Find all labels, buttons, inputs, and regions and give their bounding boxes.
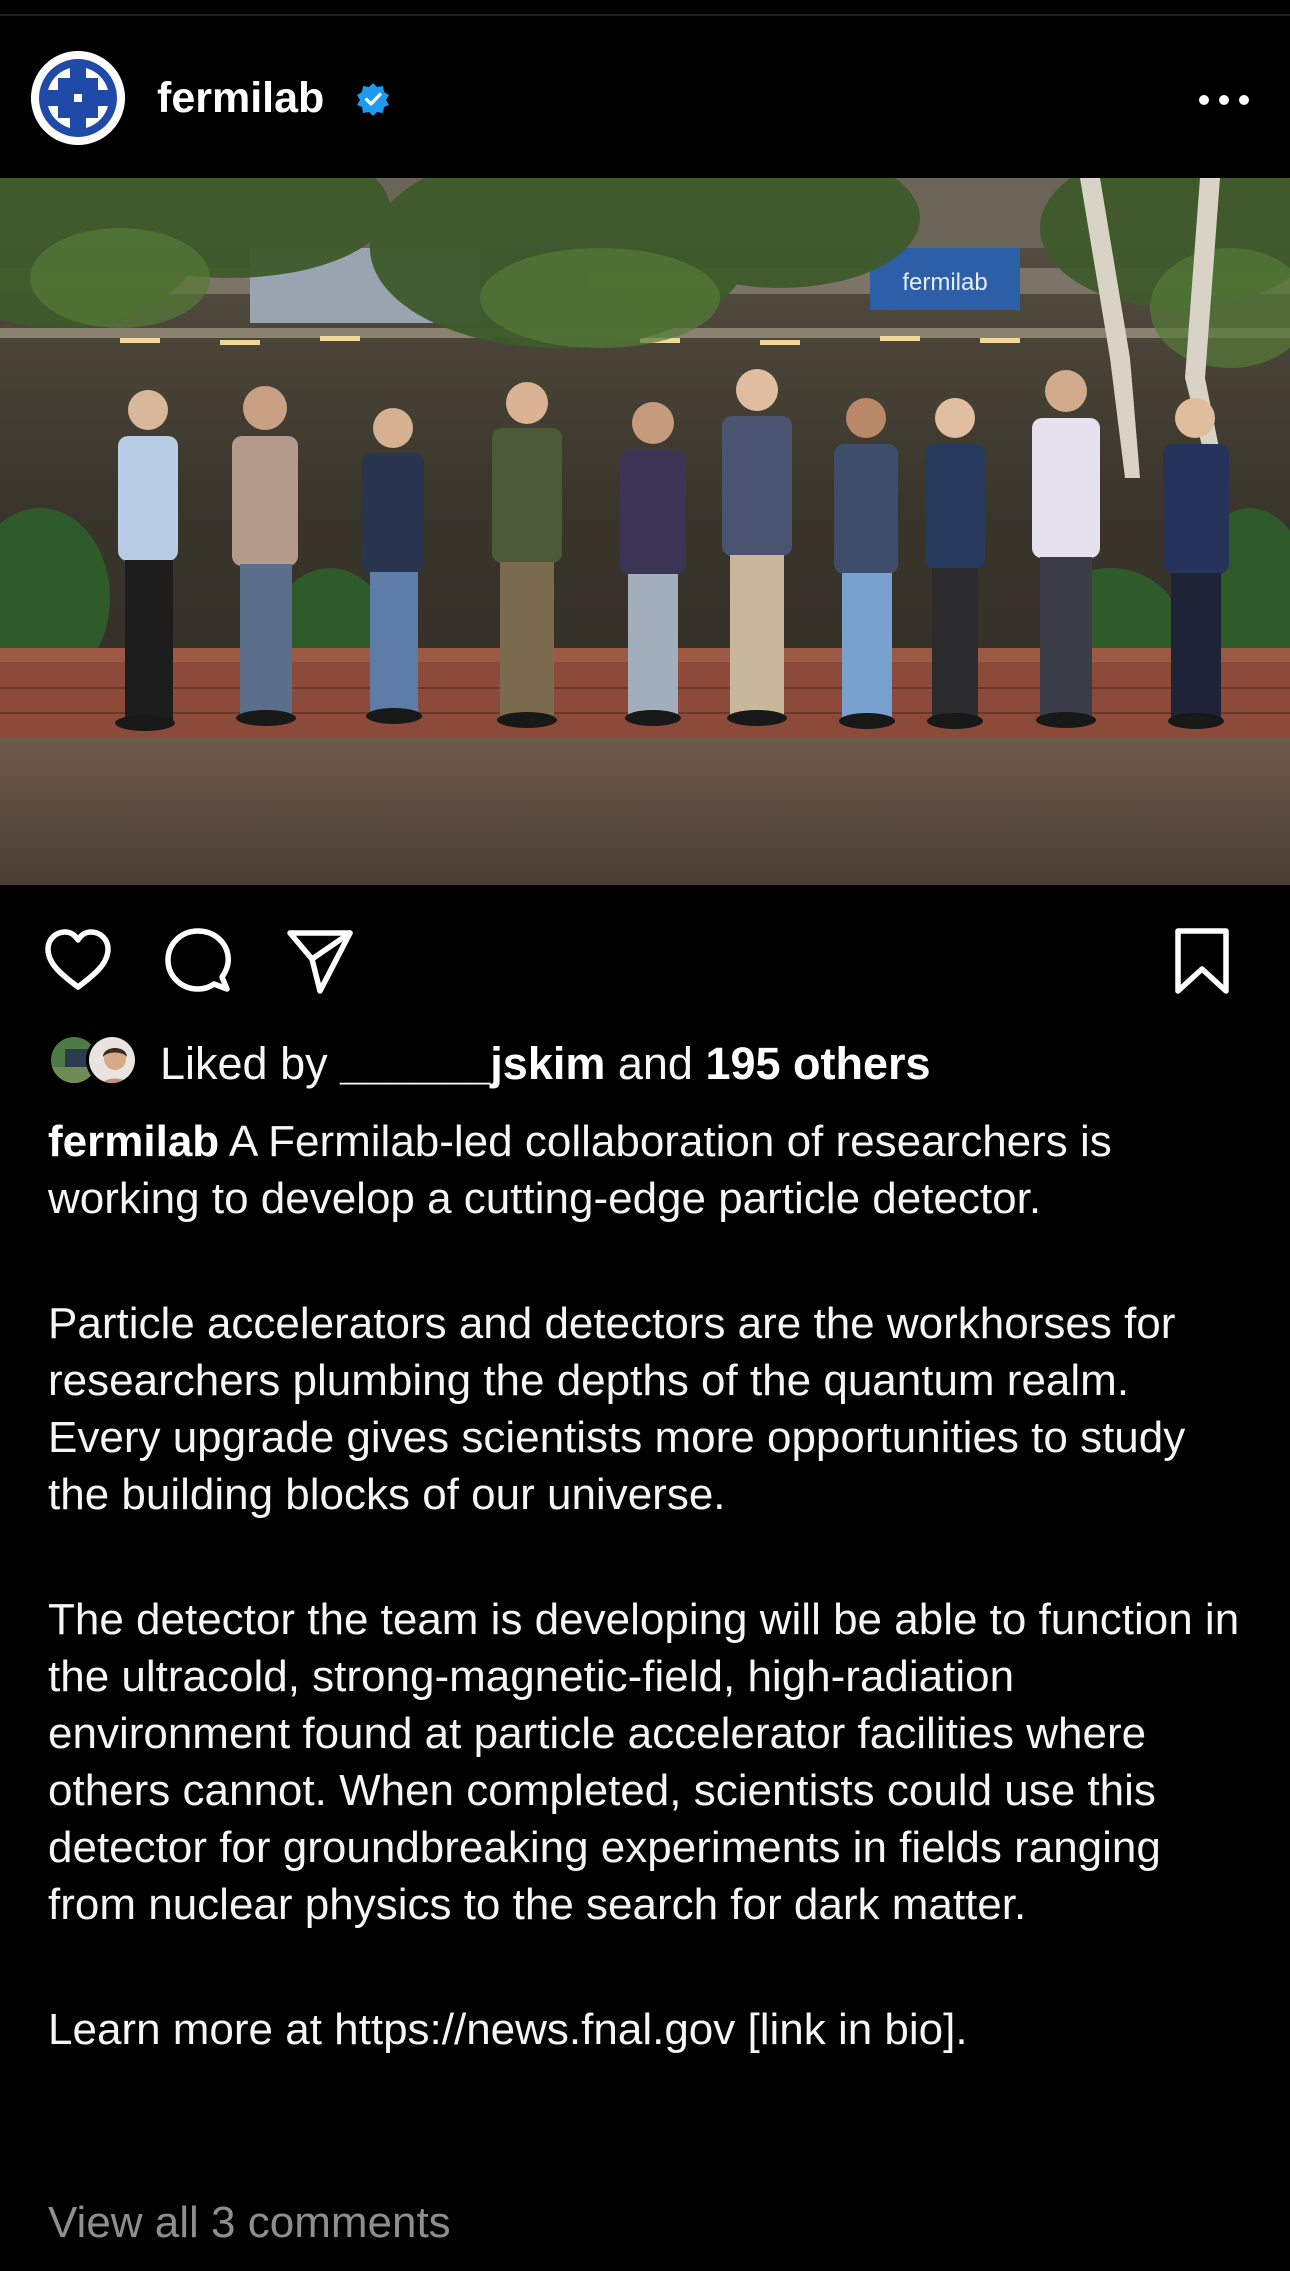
- bookmark-icon[interactable]: [1166, 925, 1238, 997]
- liker-avatar[interactable]: [86, 1034, 138, 1086]
- post-header: fermilab: [0, 40, 1290, 158]
- caption-paragraph: Learn more at https://news.fnal.gov [lin…: [48, 2005, 968, 2054]
- banner-fermilab-text: fermilab: [902, 269, 987, 296]
- caption-paragraph: Particle accelerators and detectors are …: [48, 1299, 1186, 1519]
- fermilab-logo-icon: [31, 51, 125, 145]
- likes-connector: and: [605, 1038, 706, 1089]
- caption-paragraph: The detector the team is developing will…: [48, 1595, 1240, 1929]
- verified-badge-icon: [357, 83, 389, 116]
- comment-bubble-icon[interactable]: [162, 925, 234, 997]
- view-all-comments-link[interactable]: View all 3 comments: [48, 2195, 451, 2251]
- liker-avatar-image: [89, 1037, 135, 1083]
- post-action-bar: [0, 910, 1290, 1010]
- likes-prefix: Liked by: [160, 1038, 341, 1089]
- caption-username[interactable]: fermilab: [48, 1117, 219, 1166]
- post-username[interactable]: fermilab: [157, 72, 324, 124]
- more-options-icon[interactable]: [1196, 82, 1252, 118]
- instagram-post-screen: fermilab fermilab Liked by ______jskim a…: [0, 0, 1290, 2271]
- likes-count[interactable]: 195 others: [705, 1038, 930, 1089]
- liker-username[interactable]: ______jskim: [340, 1038, 605, 1089]
- status-divider: [0, 14, 1290, 16]
- heart-icon[interactable]: [42, 925, 114, 997]
- caption-paragraph: fermilab A Fermilab-led collaboration of…: [48, 1113, 1253, 1227]
- paper-plane-icon[interactable]: [284, 925, 356, 997]
- fermilab-logo-avatar[interactable]: [31, 51, 125, 145]
- post-photo[interactable]: fermilab: [0, 178, 1290, 885]
- likes-summary: Liked by ______jskim and 195 others: [160, 1036, 931, 1092]
- likes-row[interactable]: Liked by ______jskim and 195 others: [48, 1030, 1248, 1096]
- group-photo-image: fermilab: [0, 178, 1290, 885]
- post-caption: fermilab A Fermilab-led collaboration of…: [48, 1113, 1253, 2126]
